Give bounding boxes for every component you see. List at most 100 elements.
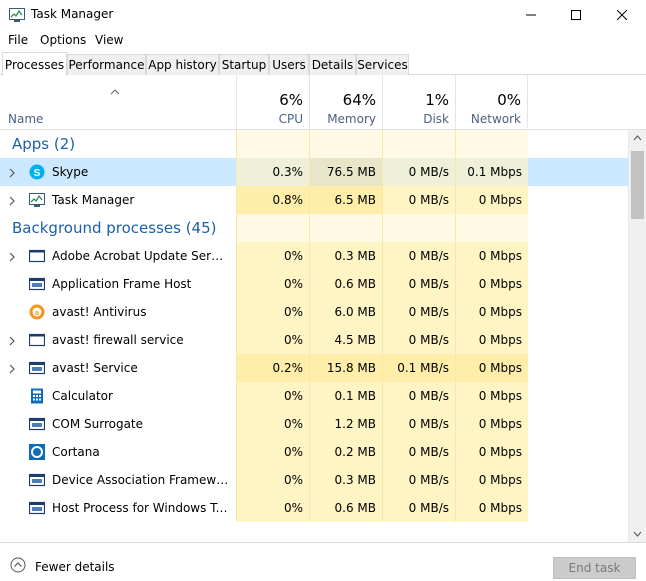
column-name[interactable]: Name xyxy=(8,112,43,126)
tab-app-history[interactable]: App history xyxy=(146,54,219,75)
disk-cell: 0 MB/s xyxy=(382,242,455,270)
group-cell xyxy=(236,130,309,158)
tab-users[interactable]: Users xyxy=(269,54,309,75)
process-row[interactable]: avast! firewall service 0% 4.5 MB 0 MB/s 0 M… xyxy=(0,326,628,354)
group-cell xyxy=(309,214,382,242)
tab-details[interactable]: Details xyxy=(309,54,356,75)
process-name: Adobe Acrobat Update Service xyxy=(52,249,230,263)
disk-cell: 0.1 MB/s xyxy=(382,354,455,382)
expand-chevron-icon[interactable] xyxy=(8,195,16,206)
disk-label: Disk xyxy=(423,112,449,126)
vertical-scrollbar[interactable] xyxy=(628,130,646,542)
close-icon xyxy=(617,10,627,20)
end-task-button[interactable]: End task xyxy=(553,557,636,579)
process-name: Cortana xyxy=(52,445,100,459)
network-cell: 0 Mbps xyxy=(455,298,528,326)
sort-up-icon xyxy=(110,89,120,95)
tab-startup[interactable]: Startup xyxy=(219,54,269,75)
process-row[interactable]: Device Association Framework ... 0%0.3 MB… xyxy=(0,466,628,494)
title-bar: Task Manager xyxy=(0,0,646,30)
process-name: Task Manager xyxy=(52,193,135,207)
tab-bar: Processes Performance App history Startu… xyxy=(0,52,646,76)
process-name: Application Frame Host xyxy=(52,277,192,291)
group-header: Background processes (45) xyxy=(0,214,628,242)
tab-services[interactable]: Services xyxy=(356,54,409,75)
memory-cell: 6.5 MB xyxy=(309,186,382,214)
tab-processes[interactable]: Processes xyxy=(2,52,67,76)
maximize-button[interactable] xyxy=(553,0,599,30)
column-memory[interactable]: 64% Memory xyxy=(309,75,382,130)
menu-view[interactable]: View xyxy=(95,33,123,47)
group-cell xyxy=(236,214,309,242)
process-row[interactable]: S Skype 0.3% 76.5 MB 0 MB/s 0.1 Mbps xyxy=(0,158,628,186)
process-name: Host Process for Windows Tasks xyxy=(52,501,230,515)
group-title: Background processes (45) xyxy=(12,219,217,237)
disk-cell: 0 MB/s xyxy=(382,466,455,494)
expand-chevron-icon[interactable] xyxy=(8,167,16,178)
minimize-button[interactable] xyxy=(508,0,554,30)
cortana-icon xyxy=(29,444,45,460)
task-manager-icon xyxy=(29,192,45,208)
expand-chevron-icon[interactable] xyxy=(8,363,16,374)
network-label: Network xyxy=(470,112,521,126)
disk-cell: 0 MB/s xyxy=(382,382,455,410)
group-title: Apps (2) xyxy=(12,135,76,153)
fewer-details-icon[interactable] xyxy=(10,557,26,573)
disk-cell: 0 MB/s xyxy=(382,410,455,438)
fewer-details-link[interactable]: Fewer details xyxy=(35,560,115,574)
menu-options[interactable]: Options xyxy=(40,33,86,47)
network-cell: 0 Mbps xyxy=(455,494,528,522)
network-cell: 0 Mbps xyxy=(455,410,528,438)
process-row[interactable]: avast! Service 0.2% 15.8 MB 0.1 MB/s 0 Mbps xyxy=(0,354,628,382)
skype-icon: S xyxy=(29,164,45,180)
cpu-cell: 0% xyxy=(236,466,309,494)
disk-cell: 0 MB/s xyxy=(382,326,455,354)
memory-cell: 0.1 MB xyxy=(309,382,382,410)
memory-cell: 15.8 MB xyxy=(309,354,382,382)
process-row[interactable]: Calculator 0% 0.1 MB 0 MB/s 0 Mbps xyxy=(0,382,628,410)
menu-file[interactable]: File xyxy=(8,33,28,47)
process-name: COM Surrogate xyxy=(52,417,144,431)
close-button[interactable] xyxy=(599,0,645,30)
network-cell: 0 Mbps xyxy=(455,242,528,270)
process-row[interactable]: a avast! Antivirus 0% 6.0 MB 0 MB/s 0 Mbps xyxy=(0,298,628,326)
minimize-icon xyxy=(526,14,536,16)
memory-cell: 0.2 MB xyxy=(309,438,382,466)
network-cell: 0 Mbps xyxy=(455,270,528,298)
column-cpu[interactable]: 6% CPU xyxy=(236,75,309,130)
cpu-total: 6% xyxy=(279,91,303,109)
column-disk[interactable]: 1% Disk xyxy=(382,75,455,130)
disk-cell: 0 MB/s xyxy=(382,270,455,298)
cpu-cell: 0.3% xyxy=(236,158,309,186)
column-header: Name 6% CPU 64% Memory 1% Disk 0% Networ… xyxy=(0,75,646,130)
process-name: avast! Service xyxy=(52,361,138,375)
scroll-thumb[interactable] xyxy=(631,151,644,219)
column-network[interactable]: 0% Network xyxy=(455,75,528,130)
process-row[interactable]: Host Process for Windows Tasks 0% 0.6 MB 0 … xyxy=(0,494,628,522)
scroll-down-icon[interactable] xyxy=(633,531,642,537)
scroll-up-icon[interactable] xyxy=(633,135,642,141)
memory-cell: 0.6 MB xyxy=(309,494,382,522)
cpu-cell: 0% xyxy=(236,494,309,522)
expand-chevron-icon[interactable] xyxy=(8,251,16,262)
process-row[interactable]: Task Manager 0.8% 6.5 MB 0 MB/s 0 Mbps xyxy=(0,186,628,214)
network-cell: 0 Mbps xyxy=(455,466,528,494)
expand-chevron-icon[interactable] xyxy=(8,335,16,346)
group-cell xyxy=(382,130,455,158)
process-row[interactable]: Adobe Acrobat Update Service 0% 0.3 MB 0 MB… xyxy=(0,242,628,270)
cpu-cell: 0% xyxy=(236,438,309,466)
cpu-cell: 0% xyxy=(236,298,309,326)
tab-performance[interactable]: Performance xyxy=(67,54,146,75)
network-cell: 0 Mbps xyxy=(455,354,528,382)
cpu-cell: 0.2% xyxy=(236,354,309,382)
process-row[interactable]: COM Surrogate 0% 1.2 MB 0 MB/s 0 Mbps xyxy=(0,410,628,438)
memory-cell: 0.3 MB xyxy=(309,466,382,494)
process-name: avast! firewall service xyxy=(52,333,184,347)
disk-cell: 0 MB/s xyxy=(382,186,455,214)
network-cell: 0 Mbps xyxy=(455,382,528,410)
memory-total: 64% xyxy=(342,91,376,109)
service-icon xyxy=(28,276,46,292)
process-row[interactable]: Cortana 0% 0.2 MB 0 MB/s 0 Mbps xyxy=(0,438,628,466)
cpu-cell: 0.8% xyxy=(236,186,309,214)
process-row[interactable]: Application Frame Host 0% 0.6 MB 0 MB/s 0 Mb… xyxy=(0,270,628,298)
